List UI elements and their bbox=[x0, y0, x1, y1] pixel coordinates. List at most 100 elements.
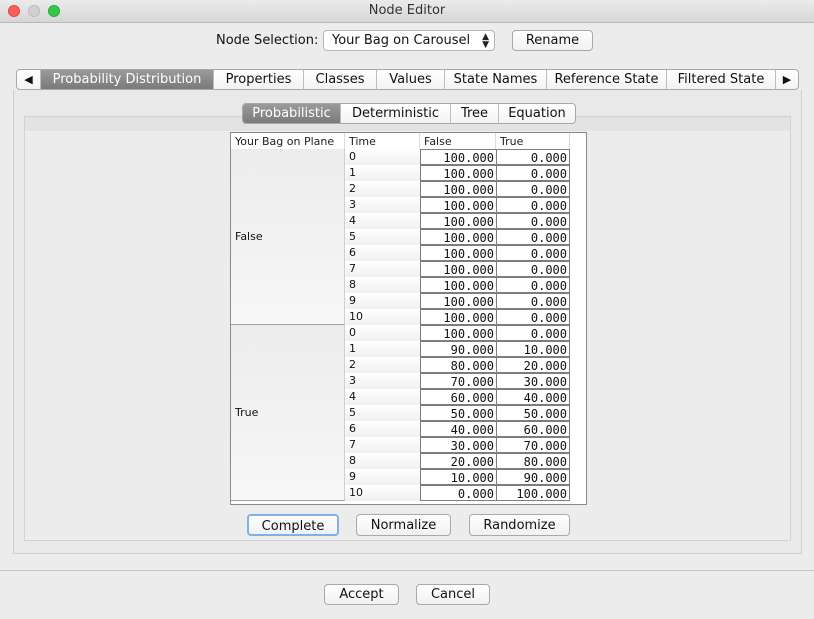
true-probability-cell[interactable]: 0.000 bbox=[496, 181, 570, 197]
true-probability-cell[interactable]: 0.000 bbox=[496, 229, 570, 245]
true-probability-cell[interactable]: 0.000 bbox=[496, 197, 570, 213]
false-probability-cell[interactable]: 100.000 bbox=[420, 213, 497, 229]
footer-divider bbox=[0, 570, 814, 571]
subtab-deterministic[interactable]: Deterministic bbox=[341, 104, 451, 123]
false-probability-cell[interactable]: 20.000 bbox=[420, 453, 497, 469]
time-cell: 2 bbox=[345, 357, 420, 373]
false-probability-cell[interactable]: 30.000 bbox=[420, 437, 497, 453]
false-probability-cell[interactable]: 0.000 bbox=[420, 485, 497, 501]
time-cell: 10 bbox=[345, 485, 420, 501]
parent-state-cell: False bbox=[231, 149, 345, 325]
true-probability-cell[interactable]: 0.000 bbox=[496, 213, 570, 229]
true-probability-cell[interactable]: 0.000 bbox=[496, 293, 570, 309]
true-probability-cell[interactable]: 30.000 bbox=[496, 373, 570, 389]
scroll-tabs-left-icon[interactable]: ◀ bbox=[17, 70, 41, 89]
table-row: 8 20.000 80.000 bbox=[345, 453, 570, 469]
complete-button[interactable]: Complete bbox=[247, 514, 339, 536]
false-probability-cell[interactable]: 80.000 bbox=[420, 357, 497, 373]
table-row: 1 90.000 10.000 bbox=[345, 341, 570, 357]
false-probability-cell[interactable]: 60.000 bbox=[420, 389, 497, 405]
subtab-probabilistic[interactable]: Probabilistic bbox=[243, 104, 341, 123]
time-cell: 9 bbox=[345, 293, 420, 309]
rename-button[interactable]: Rename bbox=[512, 30, 593, 51]
normalize-button[interactable]: Normalize bbox=[356, 514, 451, 536]
true-probability-cell[interactable]: 0.000 bbox=[496, 245, 570, 261]
true-probability-cell[interactable]: 0.000 bbox=[496, 325, 570, 341]
false-probability-cell[interactable]: 90.000 bbox=[420, 341, 497, 357]
false-probability-cell[interactable]: 100.000 bbox=[420, 149, 497, 165]
true-probability-cell[interactable]: 0.000 bbox=[496, 309, 570, 325]
true-probability-cell[interactable]: 70.000 bbox=[496, 437, 570, 453]
true-probability-cell[interactable]: 90.000 bbox=[496, 469, 570, 485]
time-cell: 10 bbox=[345, 309, 420, 325]
header-false: False bbox=[420, 133, 496, 149]
node-selection-dropdown[interactable]: Your Bag on Carousel ▲ ▼ bbox=[323, 30, 495, 51]
node-selection-label: Node Selection: bbox=[216, 33, 319, 48]
false-probability-cell[interactable]: 50.000 bbox=[420, 405, 497, 421]
true-probability-cell[interactable]: 50.000 bbox=[496, 405, 570, 421]
table-row: 5 50.000 50.000 bbox=[345, 405, 570, 421]
parent-state-cell: True bbox=[231, 325, 345, 501]
time-cell: 2 bbox=[345, 181, 420, 197]
table-row: 4 100.000 0.000 bbox=[345, 213, 570, 229]
false-probability-cell[interactable]: 10.000 bbox=[420, 469, 497, 485]
dropdown-arrows-icon: ▲ ▼ bbox=[482, 32, 489, 50]
true-probability-cell[interactable]: 60.000 bbox=[496, 421, 570, 437]
table-row: 1 100.000 0.000 bbox=[345, 165, 570, 181]
false-probability-cell[interactable]: 70.000 bbox=[420, 373, 497, 389]
scroll-tabs-right-icon[interactable]: ▶ bbox=[776, 70, 798, 89]
true-probability-cell[interactable]: 0.000 bbox=[496, 149, 570, 165]
true-probability-cell[interactable]: 40.000 bbox=[496, 389, 570, 405]
node-selection-value: Your Bag on Carousel bbox=[332, 33, 471, 48]
tab-state-names[interactable]: State Names bbox=[445, 70, 547, 89]
table-row: 6 100.000 0.000 bbox=[345, 245, 570, 261]
false-probability-cell[interactable]: 100.000 bbox=[420, 277, 497, 293]
true-probability-cell[interactable]: 100.000 bbox=[496, 485, 570, 501]
time-cell: 3 bbox=[345, 197, 420, 213]
tab-classes[interactable]: Classes bbox=[304, 70, 377, 89]
true-probability-cell[interactable]: 0.000 bbox=[496, 261, 570, 277]
randomize-button[interactable]: Randomize bbox=[469, 514, 570, 536]
true-probability-cell[interactable]: 10.000 bbox=[496, 341, 570, 357]
false-probability-cell[interactable]: 100.000 bbox=[420, 229, 497, 245]
table-row: 5 100.000 0.000 bbox=[345, 229, 570, 245]
tab-filtered-state[interactable]: Filtered State bbox=[667, 70, 776, 89]
table-row: 7 30.000 70.000 bbox=[345, 437, 570, 453]
time-cell: 7 bbox=[345, 437, 420, 453]
time-cell: 8 bbox=[345, 453, 420, 469]
true-probability-cell[interactable]: 20.000 bbox=[496, 357, 570, 373]
false-probability-cell[interactable]: 100.000 bbox=[420, 181, 497, 197]
time-cell: 5 bbox=[345, 405, 420, 421]
accept-button[interactable]: Accept bbox=[324, 584, 399, 605]
false-probability-cell[interactable]: 100.000 bbox=[420, 197, 497, 213]
table-row: 0 100.000 0.000 bbox=[345, 325, 570, 341]
false-probability-cell[interactable]: 100.000 bbox=[420, 261, 497, 277]
probability-table: Your Bag on Plane Time False True False 0… bbox=[230, 132, 587, 505]
time-cell: 5 bbox=[345, 229, 420, 245]
false-probability-cell[interactable]: 100.000 bbox=[420, 325, 497, 341]
title-bar: Node Editor bbox=[0, 0, 814, 23]
node-editor-window: Node Editor Node Selection: Your Bag on … bbox=[0, 0, 814, 619]
tab-probability-distribution[interactable]: Probability Distribution bbox=[41, 70, 214, 89]
table-row: 3 70.000 30.000 bbox=[345, 373, 570, 389]
table-row: 4 60.000 40.000 bbox=[345, 389, 570, 405]
tab-reference-state[interactable]: Reference State bbox=[547, 70, 667, 89]
table-row: 3 100.000 0.000 bbox=[345, 197, 570, 213]
false-probability-cell[interactable]: 100.000 bbox=[420, 245, 497, 261]
false-probability-cell[interactable]: 100.000 bbox=[420, 293, 497, 309]
subtab-tree[interactable]: Tree bbox=[451, 104, 499, 123]
tab-values[interactable]: Values bbox=[377, 70, 445, 89]
true-probability-cell[interactable]: 0.000 bbox=[496, 277, 570, 293]
false-probability-cell[interactable]: 100.000 bbox=[420, 165, 497, 181]
subtab-equation[interactable]: Equation bbox=[499, 104, 575, 123]
true-probability-cell[interactable]: 80.000 bbox=[496, 453, 570, 469]
true-probability-cell[interactable]: 0.000 bbox=[496, 165, 570, 181]
false-probability-cell[interactable]: 40.000 bbox=[420, 421, 497, 437]
header-time: Time bbox=[345, 133, 420, 149]
tab-properties[interactable]: Properties bbox=[214, 70, 304, 89]
header-true: True bbox=[496, 133, 570, 149]
false-probability-cell[interactable]: 100.000 bbox=[420, 309, 497, 325]
time-cell: 1 bbox=[345, 341, 420, 357]
table-row: 9 10.000 90.000 bbox=[345, 469, 570, 485]
cancel-button[interactable]: Cancel bbox=[416, 584, 490, 605]
